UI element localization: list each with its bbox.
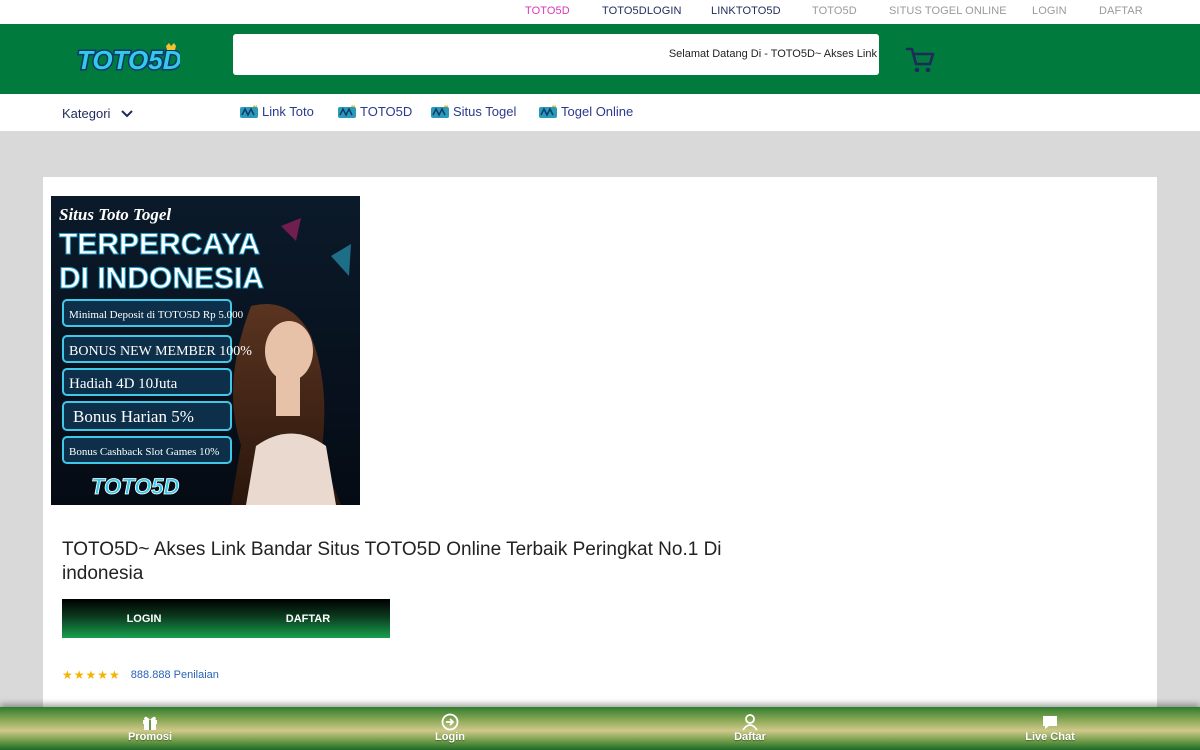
top-link-bar: TOTO5D TOTO5DLOGIN LINKTOTO5D TOTO5D SIT… [0,0,1200,24]
nav-link-togel-online[interactable]: Togel Online [539,104,633,119]
bottom-nav-login[interactable]: Login [390,713,510,743]
promo-banner[interactable]: Situs Toto Togel TERPERCAYA DI INDONESIA… [51,196,360,505]
marquee-text: Selamat Datang Di - TOTO5D~ Akses Link [668,48,877,60]
svg-text:TOTO5D: TOTO5D [77,45,180,75]
top-link-toto5dlogin[interactable]: TOTO5DLOGIN [602,5,682,17]
nav-link-toto5d[interactable]: TOTO5D [338,104,412,119]
shopping-cart-icon[interactable] [905,46,935,74]
site-logo[interactable]: TOTO5D TOTO5D [74,42,180,76]
kategori-dropdown[interactable]: Kategori [62,106,134,121]
svg-text:Bonus Cashback Slot Games 10%: Bonus Cashback Slot Games 10% [69,446,219,458]
rating-count[interactable]: 888.888 Penilaian [131,669,219,681]
user-icon [742,714,758,731]
svg-text:DI INDONESIA: DI INDONESIA [59,262,264,295]
rating-row: ★★★★★ 888.888 Penilaian [62,668,219,682]
top-link-situs-togel-online[interactable]: SITUS TOGEL ONLINE [889,5,1007,17]
top-link-daftar[interactable]: DAFTAR [1099,5,1143,17]
gift-icon [143,716,157,730]
top-link-linktoto5d[interactable]: LINKTOTO5D [711,5,781,17]
svg-text:BONUS NEW MEMBER 100%: BONUS NEW MEMBER 100% [69,344,252,359]
toto-logo-icon [240,104,258,118]
bottom-nav-promosi[interactable]: Promosi [90,713,210,743]
nav-link-label: Situs Togel [453,104,517,119]
svg-text:Bonus Harian 5%: Bonus Harian 5% [73,407,194,426]
kategori-label: Kategori [62,106,111,121]
category-nav: Kategori Link Toto TOTO5D Situs Togel To… [0,94,1200,131]
announcement-box: Selamat Datang Di - TOTO5D~ Akses Link [233,34,879,75]
svg-text:TOTO5D: TOTO5D [91,474,180,499]
bottom-nav-label: Login [435,731,465,743]
nav-link-label: TOTO5D [360,104,413,119]
top-link-login[interactable]: LOGIN [1032,5,1067,17]
bottom-nav-live-chat[interactable]: Live Chat [990,713,1110,743]
top-link-toto5d-2[interactable]: TOTO5D [812,5,857,17]
top-link-toto5d[interactable]: TOTO5D [525,5,570,17]
chevron-down-icon [121,109,134,117]
bottom-nav: Promosi Login Daftar Live Chat [0,707,1200,750]
bottom-nav-label: Live Chat [1025,731,1075,743]
login-icon [441,713,459,731]
bottom-nav-label: Promosi [127,731,172,743]
login-button[interactable]: LOGIN [62,599,226,638]
chat-icon [1043,716,1057,729]
bottom-nav-daftar[interactable]: Daftar [690,713,810,743]
nav-link-situs-togel[interactable]: Situs Togel [431,104,516,119]
product-title: TOTO5D~ Akses Link Bandar Situs TOTO5D O… [62,539,722,584]
nav-link-label: Togel Online [561,104,634,119]
toto-logo-icon [539,104,557,118]
svg-text:Hadiah 4D 10Juta: Hadiah 4D 10Juta [69,376,178,392]
svg-text:Minimal Deposit di TOTO5D Rp 5: Minimal Deposit di TOTO5D Rp 5.000 [69,309,244,321]
nav-link-label: Link Toto [262,104,314,119]
toto-logo-icon [338,104,356,118]
site-header: TOTO5D TOTO5D Selamat Datang Di - TOTO5D… [0,24,1200,94]
nav-link-link-toto[interactable]: Link Toto [240,104,314,119]
daftar-button[interactable]: DAFTAR [226,599,390,638]
svg-text:TERPERCAYA: TERPERCAYA [59,228,260,261]
bottom-nav-label: Daftar [734,731,766,743]
svg-text:Situs Toto Togel: Situs Toto Togel [59,205,171,224]
product-card: Situs Toto Togel TERPERCAYA DI INDONESIA… [43,177,1157,717]
star-rating: ★★★★★ [62,668,121,682]
toto-logo-icon [431,104,449,118]
